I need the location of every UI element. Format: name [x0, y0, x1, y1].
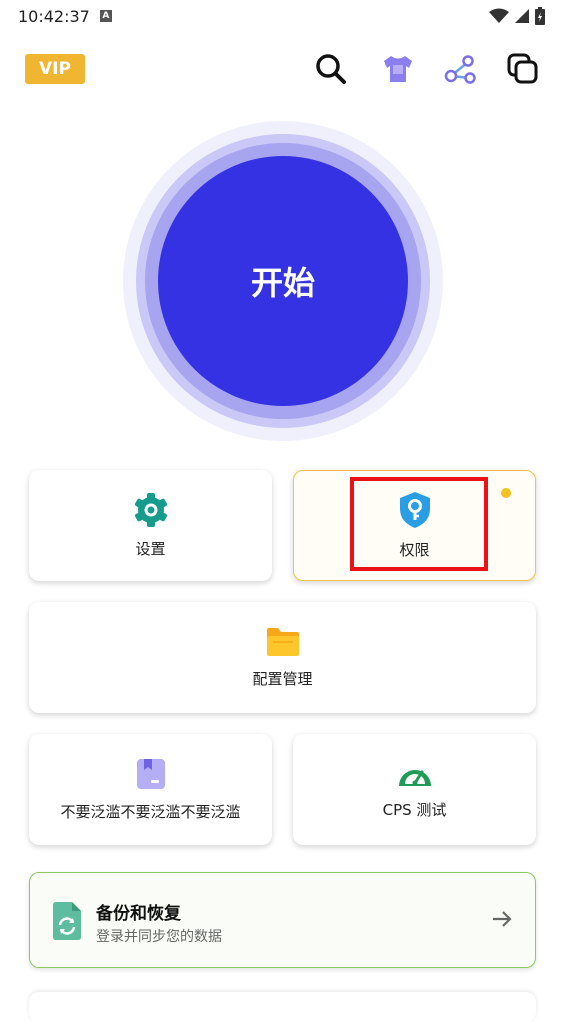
folder-icon	[266, 628, 299, 656]
settings-card[interactable]: 设置	[29, 470, 272, 581]
flood-card[interactable]: 不要泛滥不要泛滥不要泛滥	[29, 734, 272, 845]
speedometer-icon	[398, 770, 431, 786]
window-button[interactable]	[506, 52, 540, 86]
signal-icon	[515, 9, 529, 23]
search-icon	[316, 54, 346, 84]
status-time: 10:42:37	[18, 6, 90, 26]
gear-icon	[134, 493, 167, 527]
search-button[interactable]	[314, 52, 348, 86]
cps-test-card[interactable]: CPS 测试	[293, 734, 536, 845]
status-left: 10:42:37 A	[18, 7, 112, 26]
sync-document-icon	[53, 902, 81, 940]
share-button[interactable]	[443, 52, 477, 86]
battery-icon	[535, 7, 545, 25]
settings-label: 设置	[135, 540, 166, 558]
status-right	[489, 7, 545, 25]
flood-label: 不要泛滥不要泛滥不要泛滥	[60, 803, 241, 821]
status-bar: 10:42:37 A	[0, 0, 565, 32]
config-management-card[interactable]: 配置管理	[29, 602, 536, 713]
config-label: 配置管理	[252, 670, 313, 688]
next-card[interactable]	[29, 992, 536, 1022]
start-area: 开始	[123, 121, 443, 441]
tshirt-icon	[384, 56, 412, 82]
theme-button[interactable]	[381, 52, 415, 86]
notification-badge: A	[99, 10, 112, 22]
notification-dot	[501, 488, 511, 498]
vip-button[interactable]: VIP	[25, 54, 85, 84]
top-bar: VIP	[0, 50, 565, 90]
share-icon	[444, 55, 476, 84]
bookmark-icon	[136, 759, 165, 789]
backup-restore-card[interactable]: 备份和恢复 登录并同步您的数据	[29, 872, 536, 968]
highlight-box	[350, 477, 488, 571]
arrow-right-icon	[493, 911, 512, 927]
wifi-icon	[489, 8, 509, 23]
start-button[interactable]: 开始	[158, 156, 408, 406]
copy-icon	[507, 53, 538, 84]
cps-label: CPS 测试	[382, 801, 447, 819]
backup-subtitle: 登录并同步您的数据	[96, 929, 222, 945]
backup-title: 备份和恢复	[96, 904, 181, 924]
